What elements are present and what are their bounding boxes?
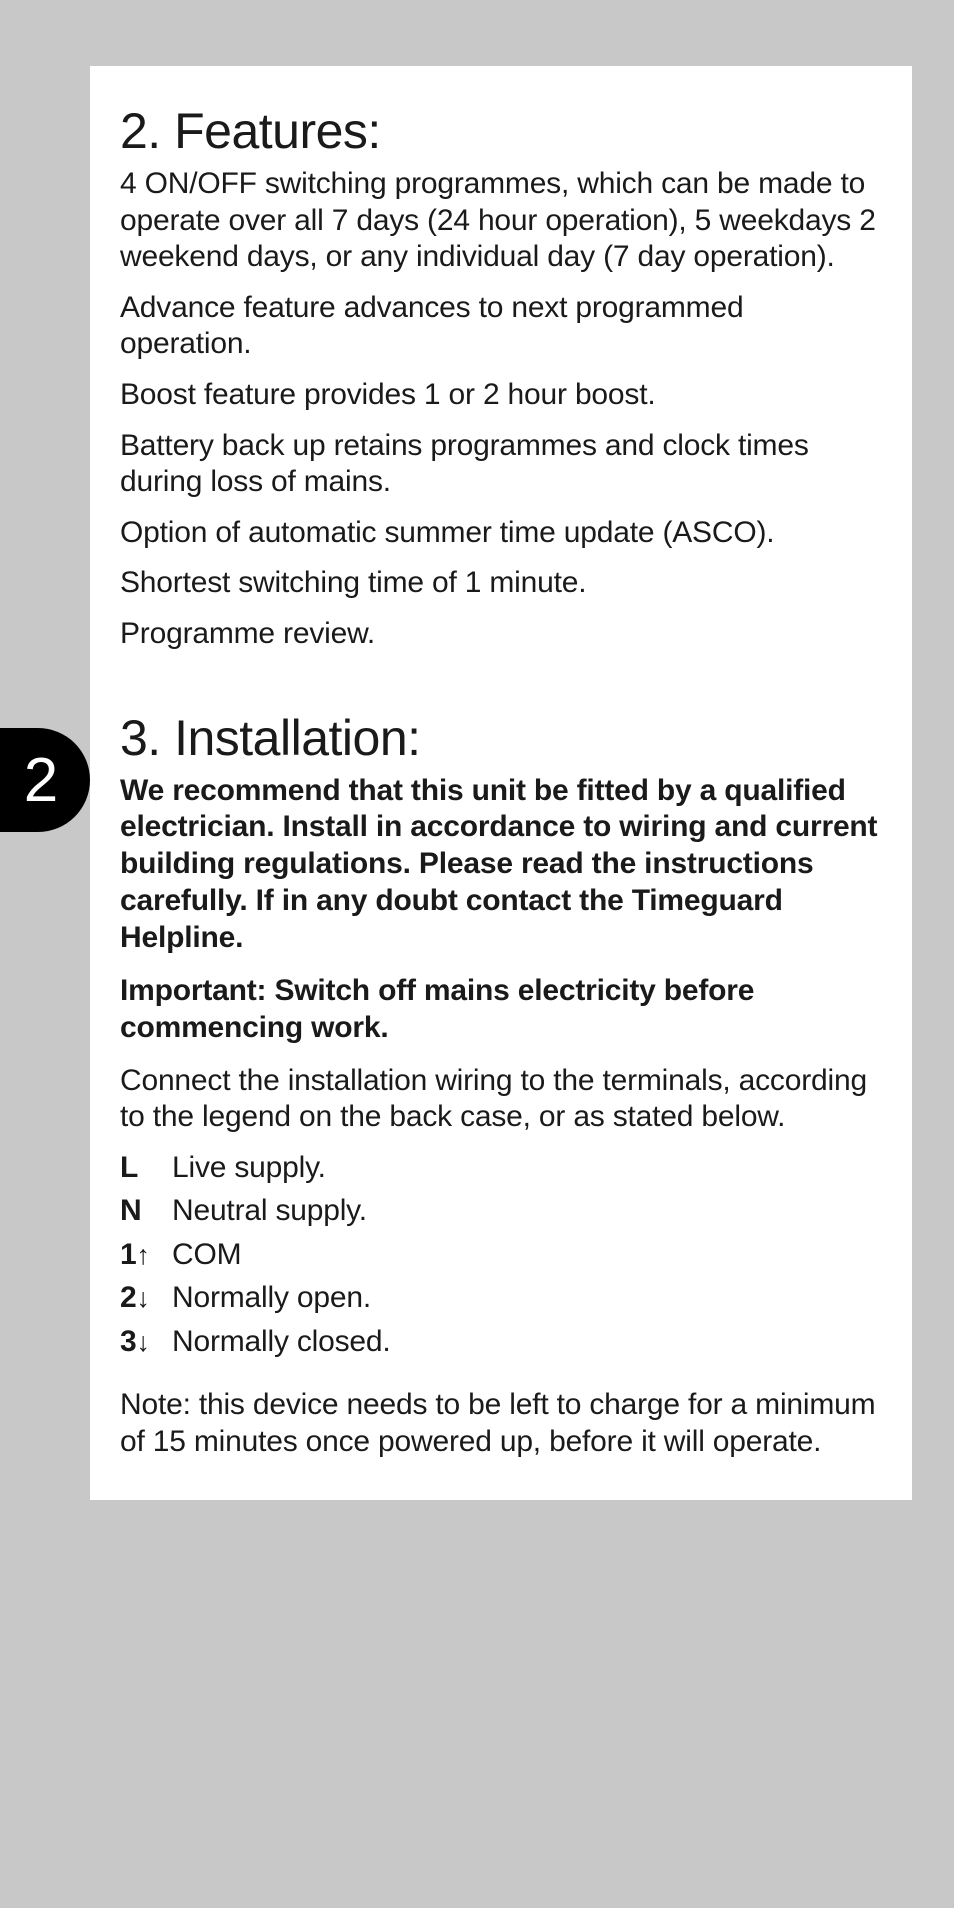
terminal-row: 2↓ Normally open. [120, 1276, 882, 1320]
connect-text: Connect the installation wiring to the t… [120, 1063, 882, 1136]
terminal-label: L [120, 1146, 172, 1190]
terminal-desc: Normally open. [172, 1276, 371, 1320]
terminal-label: 3↓ [120, 1320, 172, 1364]
recommendation-text: We recommend that this unit be fitted by… [120, 773, 882, 957]
terminal-row: L Live supply. [120, 1146, 882, 1190]
document-page: 2. Features: 4 ON/OFF switching programm… [90, 66, 912, 1500]
feature-item: 4 ON/OFF switching programmes, which can… [120, 166, 882, 276]
features-list: 4 ON/OFF switching programmes, which can… [120, 166, 882, 653]
feature-item: Option of automatic summer time update (… [120, 515, 882, 552]
terminal-desc: Live supply. [172, 1146, 326, 1190]
page-number-tab: 2 [0, 728, 90, 832]
terminal-label: 2↓ [120, 1276, 172, 1320]
installation-section: 3. Installation: We recommend that this … [120, 709, 882, 1461]
terminal-desc: Normally closed. [172, 1320, 391, 1364]
terminal-table: L Live supply. N Neutral supply. 1↑ COM … [120, 1146, 882, 1364]
important-text: Important: Switch off mains electricity … [120, 973, 882, 1047]
terminal-desc: Neutral supply. [172, 1189, 367, 1233]
note-text: Note: this device needs to be left to ch… [120, 1387, 882, 1460]
terminal-row: 1↑ COM [120, 1233, 882, 1277]
installation-heading: 3. Installation: [120, 709, 882, 767]
page-number: 2 [24, 745, 58, 816]
feature-item: Shortest switching time of 1 minute. [120, 565, 882, 602]
features-heading: 2. Features: [120, 102, 882, 160]
feature-item: Boost feature provides 1 or 2 hour boost… [120, 377, 882, 414]
feature-item: Battery back up retains programmes and c… [120, 428, 882, 501]
terminal-row: N Neutral supply. [120, 1189, 882, 1233]
feature-item: Advance feature advances to next program… [120, 290, 882, 363]
terminal-row: 3↓ Normally closed. [120, 1320, 882, 1364]
feature-item: Programme review. [120, 616, 882, 653]
terminal-label: 1↑ [120, 1233, 172, 1277]
terminal-label: N [120, 1189, 172, 1233]
terminal-desc: COM [172, 1233, 241, 1277]
